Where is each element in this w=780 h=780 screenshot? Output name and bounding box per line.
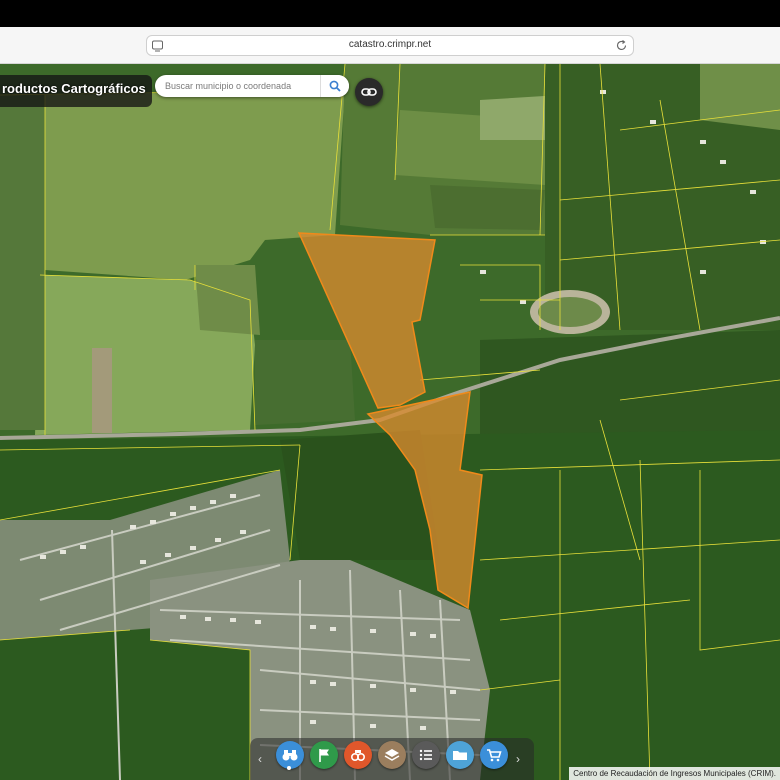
- tools-button[interactable]: [344, 741, 372, 769]
- list-button[interactable]: [412, 741, 440, 769]
- flag-icon: [319, 749, 329, 762]
- tools-icon: [350, 750, 366, 762]
- reload-icon[interactable]: [615, 39, 628, 52]
- folder-icon: [453, 751, 467, 760]
- attribution-credit: Centro de Recaudación de Ingresos Munici…: [569, 767, 780, 780]
- layers-button[interactable]: [378, 741, 406, 769]
- folder-button[interactable]: [446, 741, 474, 769]
- link-icon: [361, 88, 377, 96]
- map-canvas[interactable]: [0, 64, 780, 780]
- search-button[interactable]: [320, 75, 349, 97]
- active-tool-indicator: [287, 766, 291, 770]
- address-bar[interactable]: catastro.crimpr.net: [146, 35, 634, 56]
- search-input[interactable]: [165, 78, 315, 94]
- url-text[interactable]: catastro.crimpr.net: [147, 39, 633, 50]
- bottom-toolbar: ‹ ›: [250, 738, 534, 780]
- cart-icon: [487, 749, 502, 762]
- browser-toolbar: catastro.crimpr.net: [0, 27, 780, 64]
- layers-icon: [384, 749, 400, 761]
- screen-top-bar: [0, 0, 780, 27]
- list-icon: [419, 749, 432, 761]
- search-box[interactable]: [155, 75, 349, 97]
- cart-button[interactable]: [480, 741, 508, 769]
- app-title: roductos Cartográficos: [2, 81, 146, 96]
- flag-button[interactable]: [310, 741, 338, 769]
- binoculars-button[interactable]: [276, 741, 304, 769]
- share-link-button[interactable]: [355, 78, 383, 106]
- search-icon: [329, 80, 341, 92]
- toolbar-next-icon[interactable]: ›: [516, 752, 520, 766]
- satellite-imagery: [0, 64, 780, 780]
- binoculars-icon: [282, 750, 298, 761]
- toolbar-prev-icon[interactable]: ‹: [258, 752, 262, 766]
